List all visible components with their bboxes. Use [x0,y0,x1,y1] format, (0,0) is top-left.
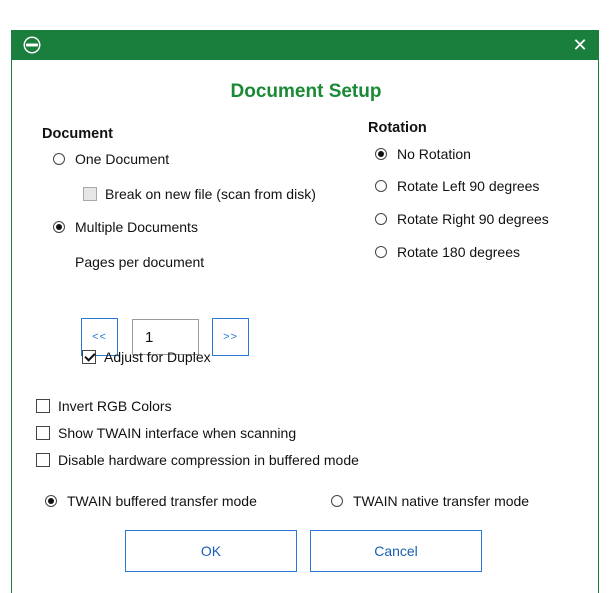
invert-rgb-checkbox[interactable]: Invert RGB Colors [36,396,172,416]
rotate-left-radio-indicator[interactable] [375,180,387,192]
no-rotation-radio[interactable]: No Rotation [375,144,471,164]
rotate-right-radio-indicator[interactable] [375,213,387,225]
adjust-for-duplex-label: Adjust for Duplex [104,349,211,365]
rotate-180-label: Rotate 180 degrees [397,244,520,260]
show-twain-interface-box[interactable] [36,426,50,440]
document-section-heading: Document [42,126,113,142]
twain-buffered-label: TWAIN buffered transfer mode [67,493,257,509]
rotate-left-label: Rotate Left 90 degrees [397,178,540,194]
cancel-button[interactable]: Cancel [310,530,482,572]
app-logo-icon [23,36,41,54]
adjust-for-duplex-box[interactable] [82,350,96,364]
title-bar[interactable]: ✕ [12,30,598,60]
one-document-radio[interactable]: One Document [53,149,169,169]
dialog-title: Document Setup [230,81,382,102]
next-page-button[interactable]: >> [212,318,249,356]
twain-buffered-radio-indicator[interactable] [45,495,57,507]
multiple-documents-radio-indicator[interactable] [53,221,65,233]
rotation-section-heading: Rotation [368,120,427,136]
document-setup-dialog: ✕ Document Setup Document One Document B… [11,30,599,593]
one-document-radio-indicator[interactable] [53,153,65,165]
rotate-180-radio-indicator[interactable] [375,246,387,258]
break-on-new-file-label: Break on new file (scan from disk) [105,186,316,202]
break-on-new-file-checkbox[interactable]: Break on new file (scan from disk) [83,184,316,204]
rotate-180-radio[interactable]: Rotate 180 degrees [375,242,520,262]
twain-native-radio[interactable]: TWAIN native transfer mode [331,491,529,511]
rotate-left-radio[interactable]: Rotate Left 90 degrees [375,176,539,196]
twain-native-radio-indicator[interactable] [331,495,343,507]
one-document-label: One Document [75,151,170,167]
disable-hw-compression-label: Disable hardware compression in buffered… [58,452,359,468]
twain-buffered-radio[interactable]: TWAIN buffered transfer mode [45,491,257,511]
rotate-right-label: Rotate Right 90 degrees [397,211,549,227]
no-rotation-radio-indicator[interactable] [375,148,387,160]
multiple-documents-radio[interactable]: Multiple Documents [53,217,198,237]
pages-per-document-label: Pages per document [75,254,205,270]
invert-rgb-box[interactable] [36,399,50,413]
rotate-right-radio[interactable]: Rotate Right 90 degrees [375,209,549,229]
adjust-for-duplex-checkbox[interactable]: Adjust for Duplex [82,347,211,367]
show-twain-interface-checkbox[interactable]: Show TWAIN interface when scanning [36,423,296,443]
show-twain-interface-label: Show TWAIN interface when scanning [58,425,297,441]
multiple-documents-label: Multiple Documents [75,219,198,235]
ok-button[interactable]: OK [125,530,297,572]
close-button[interactable]: ✕ [570,35,590,55]
no-rotation-label: No Rotation [397,146,471,162]
disable-hw-compression-box[interactable] [36,453,50,467]
break-on-new-file-box[interactable] [83,187,97,201]
invert-rgb-label: Invert RGB Colors [58,398,172,414]
twain-native-label: TWAIN native transfer mode [353,493,530,509]
disable-hw-compression-checkbox[interactable]: Disable hardware compression in buffered… [36,450,359,470]
